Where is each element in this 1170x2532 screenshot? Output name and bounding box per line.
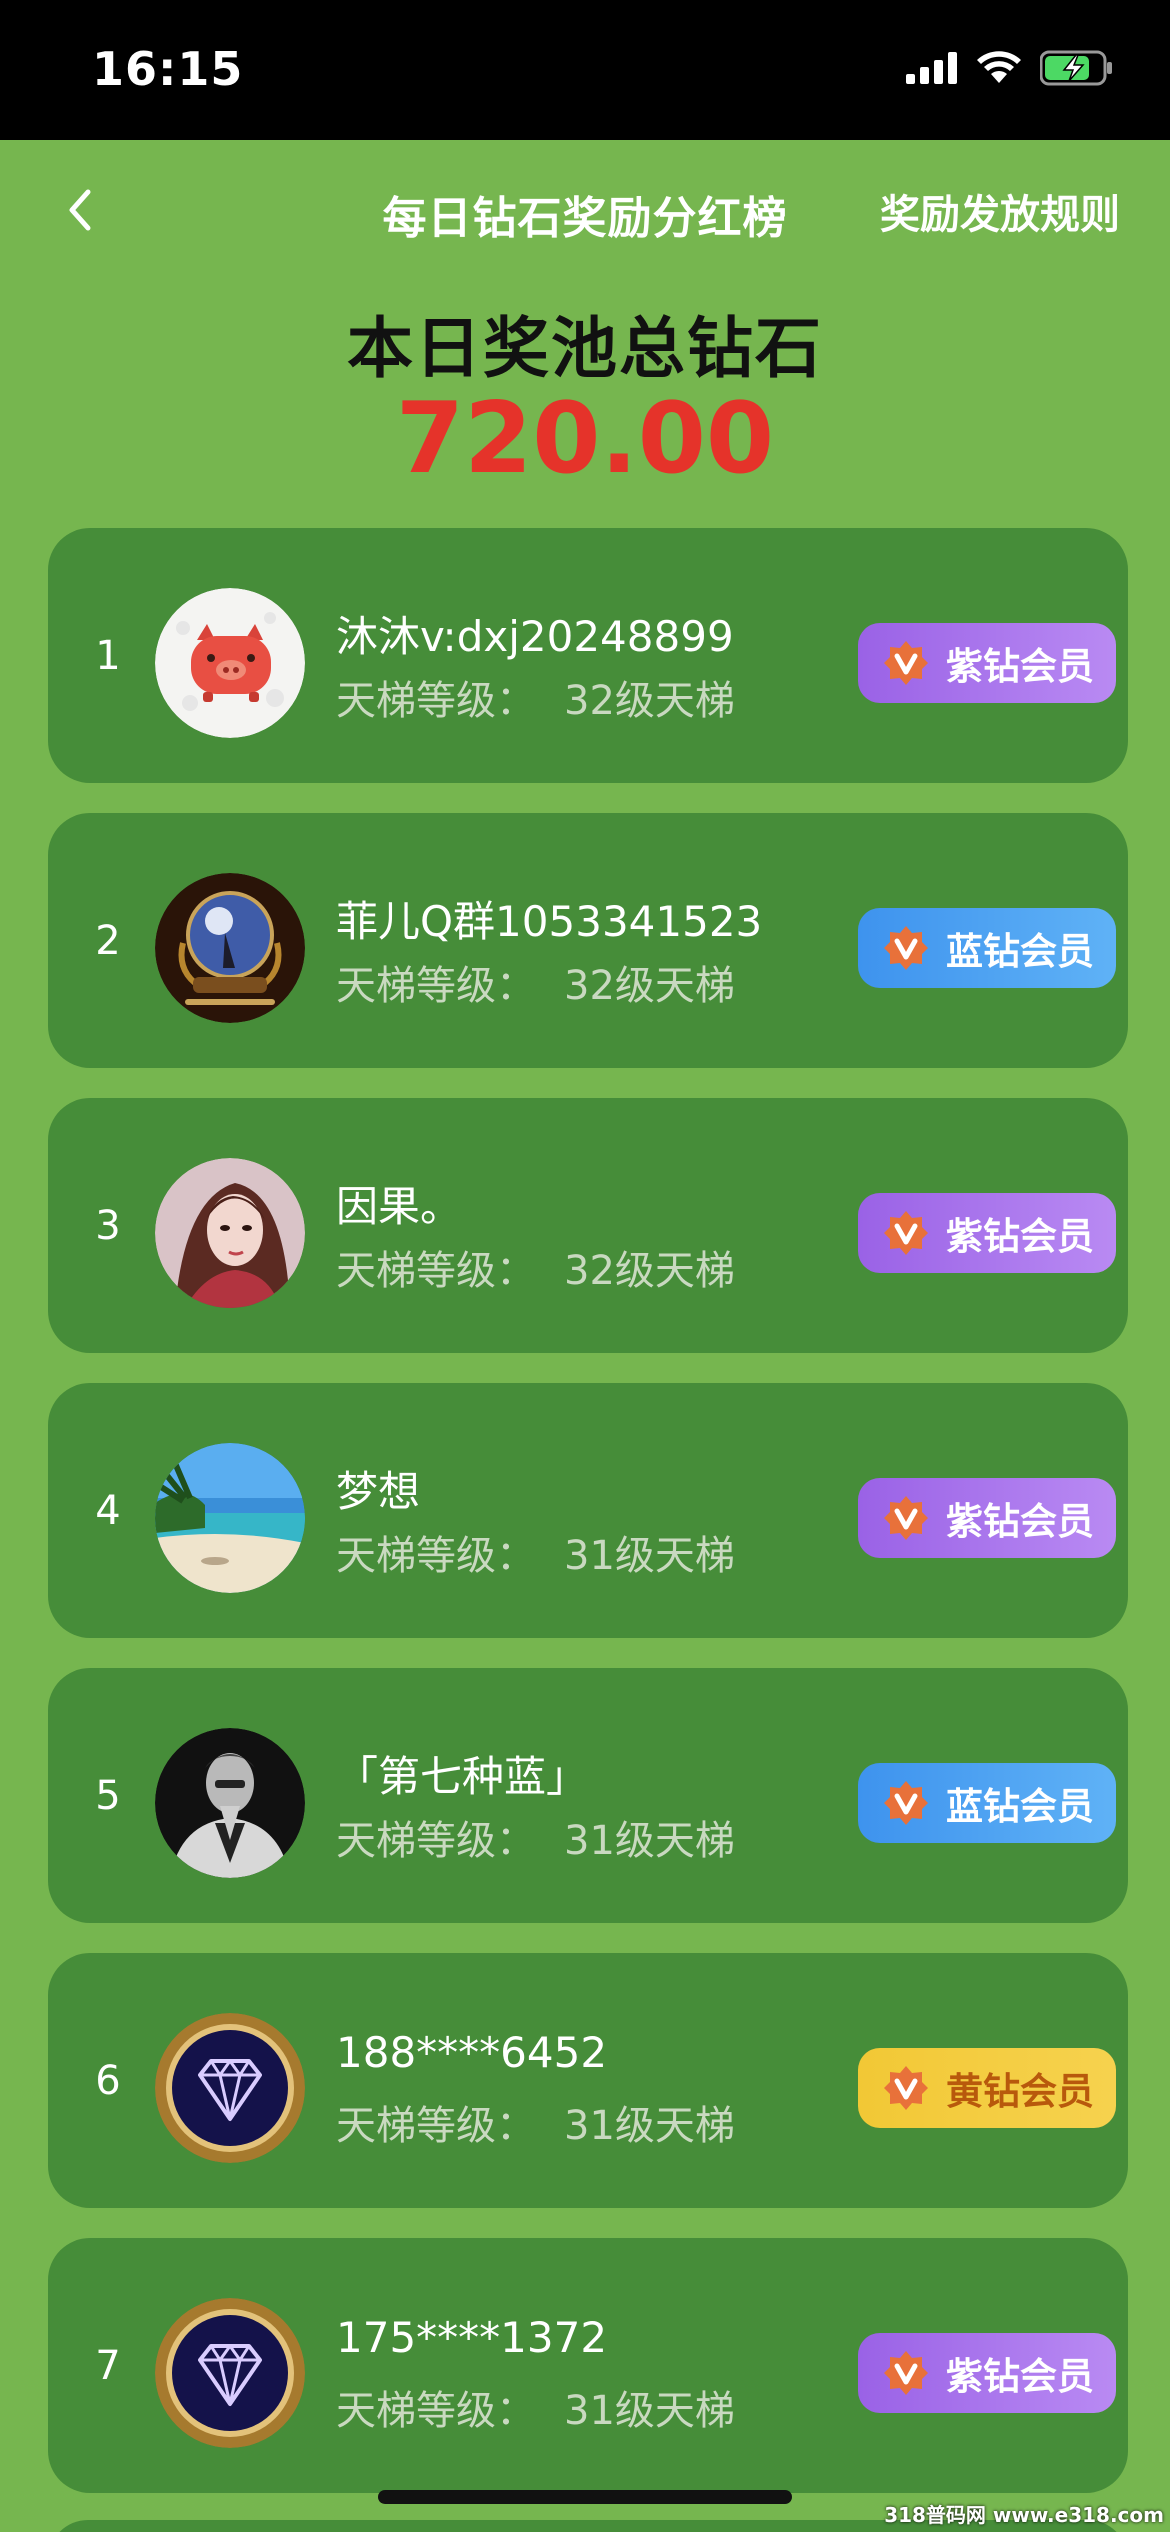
membership-badge: 黄钻会员 <box>858 2048 1116 2128</box>
membership-badge: 紫钻会员 <box>858 623 1116 703</box>
v-badge-icon <box>884 1496 928 1540</box>
diamond-avatar-icon <box>155 2013 305 2163</box>
level-value: 31级天梯 <box>564 2388 735 2434</box>
status-icons <box>906 50 1114 86</box>
ranking-card[interactable]: 6 188****6452 天梯等级： 31级天梯 黄钻会员 <box>48 1953 1128 2208</box>
v-badge-icon <box>884 2351 928 2395</box>
ranking-card[interactable]: 4 梦想 天梯等级： 31级天梯 紫钻会员 <box>48 1383 1128 1638</box>
rank-number: 2 <box>95 917 121 964</box>
ranking-card[interactable]: 5 「第七种蓝」 天梯等级： 31级天梯 蓝钻会员 <box>48 1668 1128 1923</box>
man-portrait-avatar-icon <box>155 1728 305 1878</box>
badge-label: 蓝钻会员 <box>946 930 1094 973</box>
badge-label: 紫钻会员 <box>946 1500 1094 1543</box>
level-label: 天梯等级： <box>336 963 536 1009</box>
avatar <box>155 1443 305 1593</box>
diamond-avatar-icon <box>155 2298 305 2448</box>
level-label: 天梯等级： <box>336 1248 536 1294</box>
level-label: 天梯等级： <box>336 2103 536 2149</box>
user-name: 「第七种蓝」 <box>336 1752 589 1801</box>
v-badge-icon <box>884 641 928 685</box>
pool-value: 720.00 <box>395 382 775 496</box>
rank-number: 5 <box>95 1772 121 1819</box>
reward-rules-link[interactable]: 奖励发放规则 <box>880 182 1120 240</box>
user-name: 菲儿Q群1053341523 <box>336 897 763 946</box>
ranking-card[interactable]: 7 175****1372 天梯等级： 31级天梯 紫钻会员 <box>48 2238 1128 2493</box>
pig-avatar-icon <box>155 588 305 738</box>
v-badge-icon <box>884 926 928 970</box>
membership-badge: 紫钻会员 <box>858 1478 1116 1558</box>
user-name: 因果。 <box>336 1182 463 1231</box>
ranking-card[interactable]: 1 沐沐v:dxj20248899 天梯等级： 32级天梯 紫钻会员 <box>48 528 1128 783</box>
v-badge-icon <box>884 1781 928 1825</box>
watermark: 318普码网 www.e318.com <box>884 2503 1164 2527</box>
badge-label: 黄钻会员 <box>946 2070 1094 2113</box>
avatar <box>155 2013 305 2163</box>
level-label: 天梯等级： <box>336 1533 536 1579</box>
rank-number: 6 <box>95 2057 121 2104</box>
ranking-card[interactable]: 3 因果。 天梯等级： 32级天梯 紫钻会员 <box>48 1098 1128 1353</box>
pool-title: 本日奖池总钻石 <box>347 310 823 387</box>
avatar <box>155 2298 305 2448</box>
avatar <box>155 873 305 1023</box>
avatar <box>155 1158 305 1308</box>
membership-badge: 紫钻会员 <box>858 1193 1116 1273</box>
user-name: 梦想 <box>336 1467 421 1516</box>
ladder-level: 天梯等级： 32级天梯 <box>336 668 735 726</box>
level-value: 31级天梯 <box>564 1533 735 1579</box>
v-badge-icon <box>884 1211 928 1255</box>
badge-label: 蓝钻会员 <box>946 1785 1094 1828</box>
user-name: 沐沐v:dxj20248899 <box>336 612 734 661</box>
ladder-level: 天梯等级： 31级天梯 <box>336 2378 735 2436</box>
status-bar: 16:15 <box>0 0 1170 140</box>
membership-badge: 蓝钻会员 <box>858 1763 1116 1843</box>
battery-charging-icon <box>1040 50 1112 86</box>
rank-number: 4 <box>95 1487 121 1534</box>
avatar <box>155 1728 305 1878</box>
level-label: 天梯等级： <box>336 1818 536 1864</box>
level-value: 32级天梯 <box>564 1248 735 1294</box>
ladder-level: 天梯等级： 31级天梯 <box>336 2093 735 2151</box>
level-value: 31级天梯 <box>564 2103 735 2149</box>
cellular-signal-icon <box>906 52 957 84</box>
rank-number: 7 <box>95 2342 121 2389</box>
ranking-list: 1 沐沐v:dxj20248899 天梯等级： 32级天梯 紫钻会员 2 菲儿Q… <box>48 528 1128 2523</box>
badge-label: 紫钻会员 <box>946 645 1094 688</box>
user-name: 188****6452 <box>336 2028 608 2077</box>
level-value: 31级天梯 <box>564 1818 735 1864</box>
membership-badge: 紫钻会员 <box>858 2333 1116 2413</box>
membership-badge: 蓝钻会员 <box>858 908 1116 988</box>
avatar <box>155 588 305 738</box>
wifi-icon <box>977 51 1021 83</box>
beach-avatar-icon <box>155 1443 305 1593</box>
moon-emblem-avatar-icon <box>155 873 305 1023</box>
level-value: 32级天梯 <box>564 963 735 1009</box>
badge-label: 紫钻会员 <box>946 1215 1094 1258</box>
home-indicator <box>378 2490 792 2504</box>
ladder-level: 天梯等级： 31级天梯 <box>336 1808 735 1866</box>
v-badge-icon <box>884 2066 928 2110</box>
ladder-level: 天梯等级： 31级天梯 <box>336 1523 735 1581</box>
user-name: 175****1372 <box>336 2313 608 2362</box>
rank-number: 1 <box>95 632 121 679</box>
status-time: 16:15 <box>92 42 244 96</box>
level-label: 天梯等级： <box>336 2388 536 2434</box>
ranking-card[interactable]: 2 菲儿Q群1053341523 天梯等级： 32级天梯 蓝钻会员 <box>48 813 1128 1068</box>
ladder-level: 天梯等级： 32级天梯 <box>336 1238 735 1296</box>
ladder-level: 天梯等级： 32级天梯 <box>336 953 735 1011</box>
rank-number: 3 <box>95 1202 121 1249</box>
badge-label: 紫钻会员 <box>946 2355 1094 2398</box>
level-label: 天梯等级： <box>336 678 536 724</box>
girl-portrait-avatar-icon <box>155 1158 305 1308</box>
level-value: 32级天梯 <box>564 678 735 724</box>
